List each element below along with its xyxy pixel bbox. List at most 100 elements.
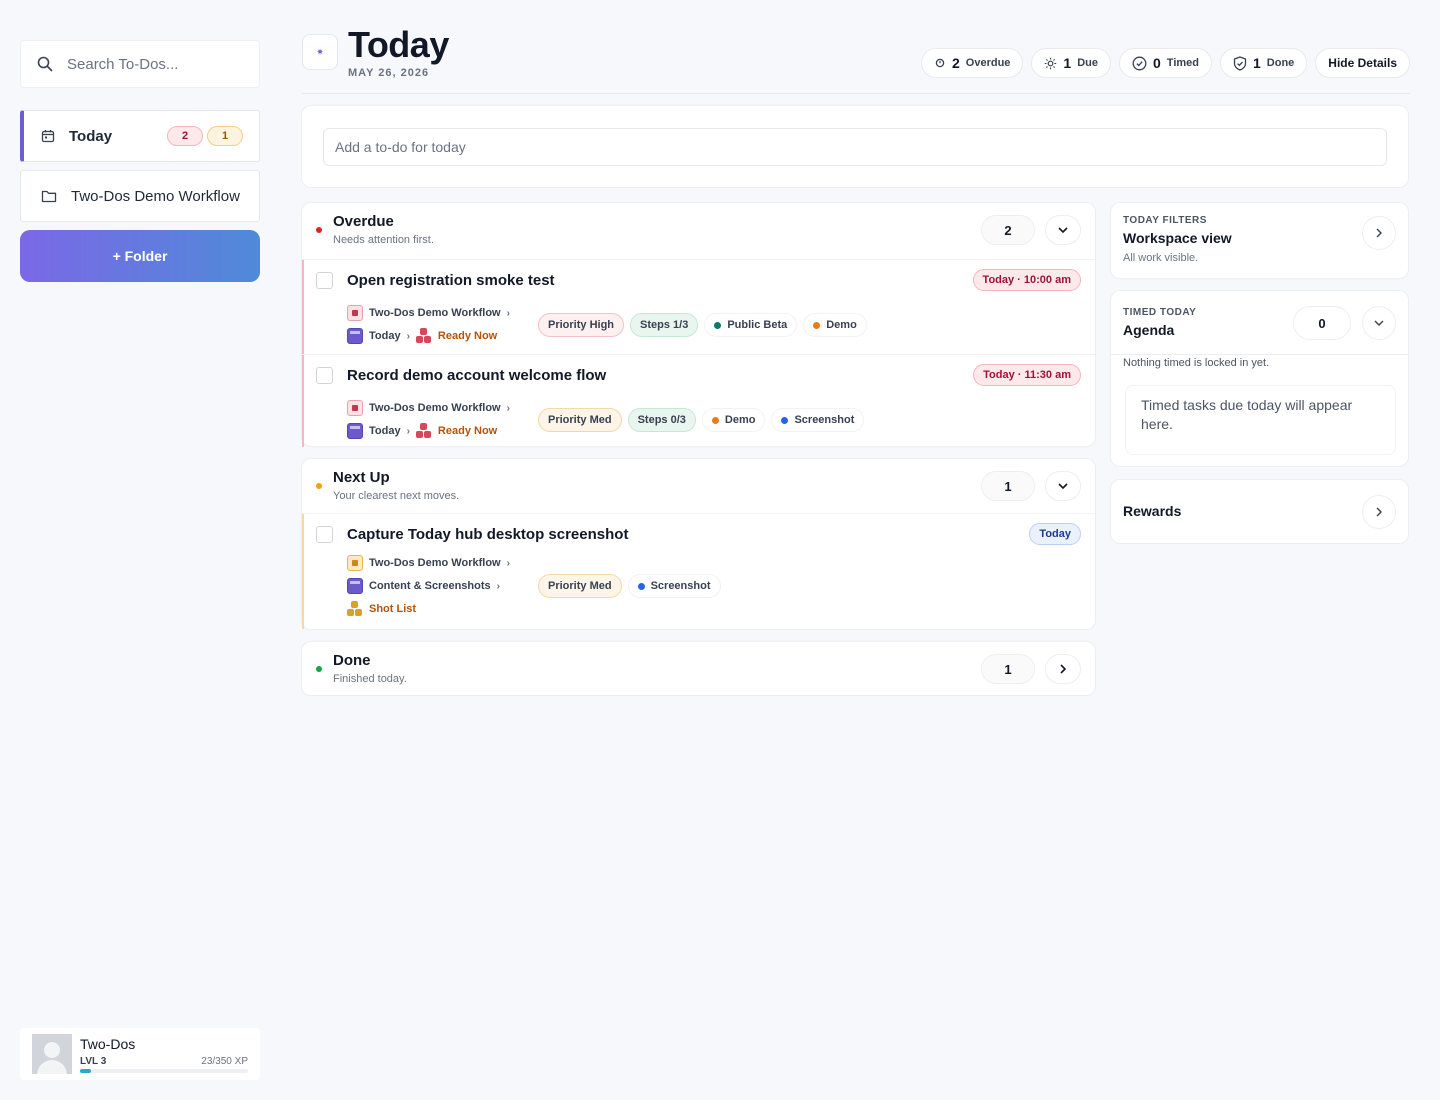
profile-level: LVL 3 (80, 1055, 107, 1067)
task-checkbox[interactable] (316, 367, 333, 384)
stat-overdue-label: Overdue (965, 57, 1011, 69)
agenda-empty-state: Timed tasks due today will appear here. (1125, 385, 1396, 455)
page-title: Today (348, 24, 449, 65)
section-overdue: Overdue Needs attention first. 2 Open re… (301, 202, 1096, 447)
today-filters-card[interactable]: TODAY FILTERS Workspace view All work vi… (1110, 202, 1409, 279)
rewards-card[interactable]: Rewards (1110, 479, 1409, 544)
section-count: 1 (981, 654, 1035, 684)
project-icon (347, 555, 363, 571)
tag-dot (711, 416, 719, 424)
priority-chip: Priority Med (538, 408, 622, 432)
list-icon (347, 578, 363, 594)
tag-chip: Public Beta (704, 313, 798, 337)
section-title: Next Up (333, 469, 390, 486)
tag-dot (781, 416, 789, 424)
section-count: 1 (981, 471, 1035, 501)
hide-details-button[interactable]: Hide Details (1315, 48, 1410, 78)
agenda-card: TIMED TODAY Agenda 0 Nothing timed is lo… (1110, 290, 1409, 467)
stat-due-count: 1 (1063, 55, 1072, 71)
chevron-down-icon[interactable] (1362, 306, 1396, 340)
sidebar-item-today[interactable]: Today 2 1 (20, 110, 260, 162)
task-row[interactable]: Record demo account welcome flow Today ·… (302, 354, 1095, 447)
task-project[interactable]: Two-Dos Demo Workflow › (347, 555, 510, 571)
tag-chip: Demo (701, 408, 766, 432)
task-chips: Priority Med Steps 0/3 Demo Screenshot (538, 408, 865, 432)
sidebar-item-label: Today (69, 127, 113, 145)
section-next-up: Next Up Your clearest next moves. 1 Capt… (301, 458, 1096, 630)
project-icon (347, 400, 363, 416)
folder-icon (41, 190, 57, 203)
task-title: Record demo account welcome flow (347, 367, 607, 384)
sidebar-item-two-dos-demo-workflow[interactable]: Two-Dos Demo Workflow (20, 170, 260, 222)
task-chips: Priority High Steps 1/3 Public Beta Demo (538, 313, 867, 337)
tag-dot (813, 321, 821, 329)
stat-timed[interactable]: 0 Timed (1119, 48, 1212, 78)
cluster-icon (415, 423, 432, 439)
project-icon (347, 305, 363, 321)
stat-timed-count: 0 (1153, 55, 1161, 71)
sparkle-icon[interactable]: ✷ (302, 34, 338, 70)
task-checkbox[interactable] (316, 272, 333, 289)
stat-done-count: 1 (1253, 55, 1261, 71)
stat-overdue[interactable]: 2 Overdue (920, 48, 1024, 78)
tag-label: Screenshot (794, 414, 855, 426)
search-input[interactable] (67, 55, 237, 73)
task-accent-bar (302, 355, 304, 447)
chevron-right-icon[interactable] (1045, 654, 1081, 684)
task-project-label: Two-Dos Demo Workflow (369, 307, 501, 319)
steps-chip: Steps 0/3 (627, 408, 696, 432)
card-title: Rewards (1123, 503, 1182, 519)
chevron-down-icon[interactable] (1045, 471, 1081, 501)
clock-icon (1132, 56, 1147, 70)
task-project[interactable]: Two-Dos Demo Workflow › (347, 400, 510, 416)
task-list-label: Content & Screenshots (369, 580, 491, 592)
task-project[interactable]: Two-Dos Demo Workflow › (347, 305, 510, 321)
avatar (32, 1034, 72, 1074)
task-list[interactable]: Today › Ready Now (347, 423, 497, 439)
chevron-right-icon: › (506, 307, 510, 319)
next-up-dot (316, 483, 322, 489)
section-title: Done (333, 652, 371, 669)
divider (1111, 354, 1408, 355)
task-list-label: Today (369, 330, 401, 342)
task-sublist[interactable]: Shot List (347, 601, 416, 617)
task-row[interactable]: Open registration smoke test Today · 10:… (302, 259, 1095, 354)
stat-done-label: Done (1266, 57, 1295, 69)
task-project-label: Two-Dos Demo Workflow (369, 402, 501, 414)
profile-xp: 23/350 XP (201, 1055, 248, 1067)
chevron-right-icon: › (506, 402, 510, 414)
add-todo-card (301, 105, 1409, 188)
task-list-label: Today (369, 425, 401, 437)
section-count: 2 (981, 215, 1035, 245)
due-badge: Today (1029, 523, 1081, 545)
page-header: ✷ Today MAY 26, 2026 2 Overdue 1 Due 0 T… (302, 22, 1410, 94)
task-accent-bar (302, 260, 304, 354)
overdue-dot (316, 227, 322, 233)
stat-due[interactable]: 1 Due (1031, 48, 1111, 78)
chevron-right-icon[interactable] (1362, 495, 1396, 529)
section-done: Done Finished today. 1 (301, 641, 1096, 696)
task-list[interactable]: Content & Screenshots › (347, 578, 500, 594)
xp-progress-bar (80, 1068, 248, 1073)
steps-chip: Steps 1/3 (630, 313, 699, 337)
stat-done[interactable]: 1 Done (1220, 48, 1308, 78)
search-box[interactable] (20, 40, 260, 88)
sidebar: Today 2 1 Two-Dos Demo Workflow + Folder (20, 40, 260, 282)
chevron-right-icon: › (406, 330, 410, 342)
priority-chip: Priority High (538, 313, 625, 337)
task-row[interactable]: Capture Today hub desktop screenshot Tod… (302, 513, 1095, 629)
add-todo-input[interactable] (323, 128, 1387, 166)
tag-label: Demo (724, 414, 756, 426)
add-folder-button[interactable]: + Folder (20, 230, 260, 282)
task-title: Open registration smoke test (347, 272, 555, 289)
task-list[interactable]: Today › Ready Now (347, 328, 497, 344)
task-status-label: Shot List (369, 603, 417, 615)
card-kicker: TIMED TODAY (1123, 307, 1197, 318)
profile-card[interactable]: Two-Dos LVL 3 23/350 XP (20, 1028, 260, 1080)
chevron-right-icon[interactable] (1362, 216, 1396, 250)
task-checkbox[interactable] (316, 526, 333, 543)
chevron-down-icon[interactable] (1045, 215, 1081, 245)
done-dot (316, 666, 322, 672)
stat-timed-label: Timed (1166, 57, 1199, 69)
list-icon (347, 423, 363, 439)
